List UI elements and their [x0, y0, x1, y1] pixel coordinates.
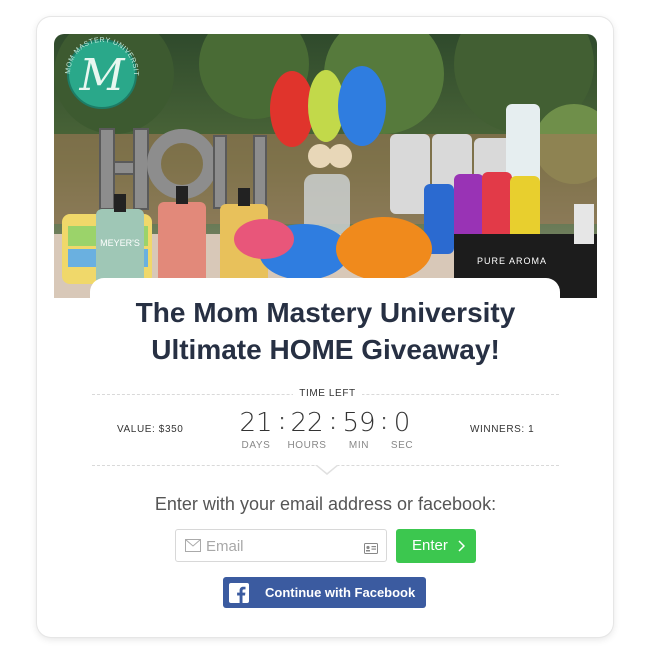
- countdown-days: 21: [239, 408, 273, 438]
- hero-image: MEYER'S PURE AROMA M MOM MASTERY UNIVERS…: [54, 34, 597, 298]
- countdown-colon-3: :: [381, 409, 388, 434]
- minutes-unit: MIN: [348, 440, 370, 451]
- chevron-right-icon: [458, 539, 466, 556]
- countdown-hours: 22: [290, 408, 324, 438]
- time-left-label: TIME LEFT: [0, 388, 655, 399]
- enter-button-label: Enter: [412, 537, 448, 554]
- svg-text:M: M: [78, 50, 125, 101]
- countdown-colon-1: :: [279, 409, 286, 434]
- countdown-minutes: 59: [342, 408, 376, 438]
- envelope-icon: [185, 539, 201, 557]
- value-label: VALUE: $350: [117, 424, 184, 435]
- entry-prompt: Enter with your email address or faceboo…: [154, 494, 497, 514]
- giveaway-title: The Mom Mastery University Ultimate HOME…: [54, 294, 597, 368]
- contact-card-icon: [364, 541, 378, 559]
- hero-product-label-1: MEYER'S: [100, 238, 140, 248]
- email-field-wrapper: [175, 529, 387, 562]
- seconds-unit: SEC: [390, 440, 414, 451]
- hero-product-label-2: PURE AROMA: [477, 256, 547, 266]
- winners-label: WINNERS: 1: [470, 424, 535, 435]
- facebook-icon: [229, 583, 249, 603]
- countdown-colon-2: :: [330, 409, 337, 434]
- hours-unit: HOURS: [287, 440, 327, 451]
- enter-button[interactable]: Enter: [396, 529, 476, 563]
- divider-notch-inner: [316, 464, 338, 473]
- title-line-2: Ultimate HOME Giveaway!: [151, 334, 500, 365]
- countdown-seconds: 0: [393, 408, 411, 438]
- facebook-login-button[interactable]: Continue with Facebook: [223, 577, 426, 608]
- title-line-1: The Mom Mastery University: [135, 297, 516, 328]
- email-input[interactable]: [206, 536, 356, 556]
- days-unit: DAYS: [241, 440, 271, 451]
- facebook-button-label: Continue with Facebook: [265, 585, 416, 600]
